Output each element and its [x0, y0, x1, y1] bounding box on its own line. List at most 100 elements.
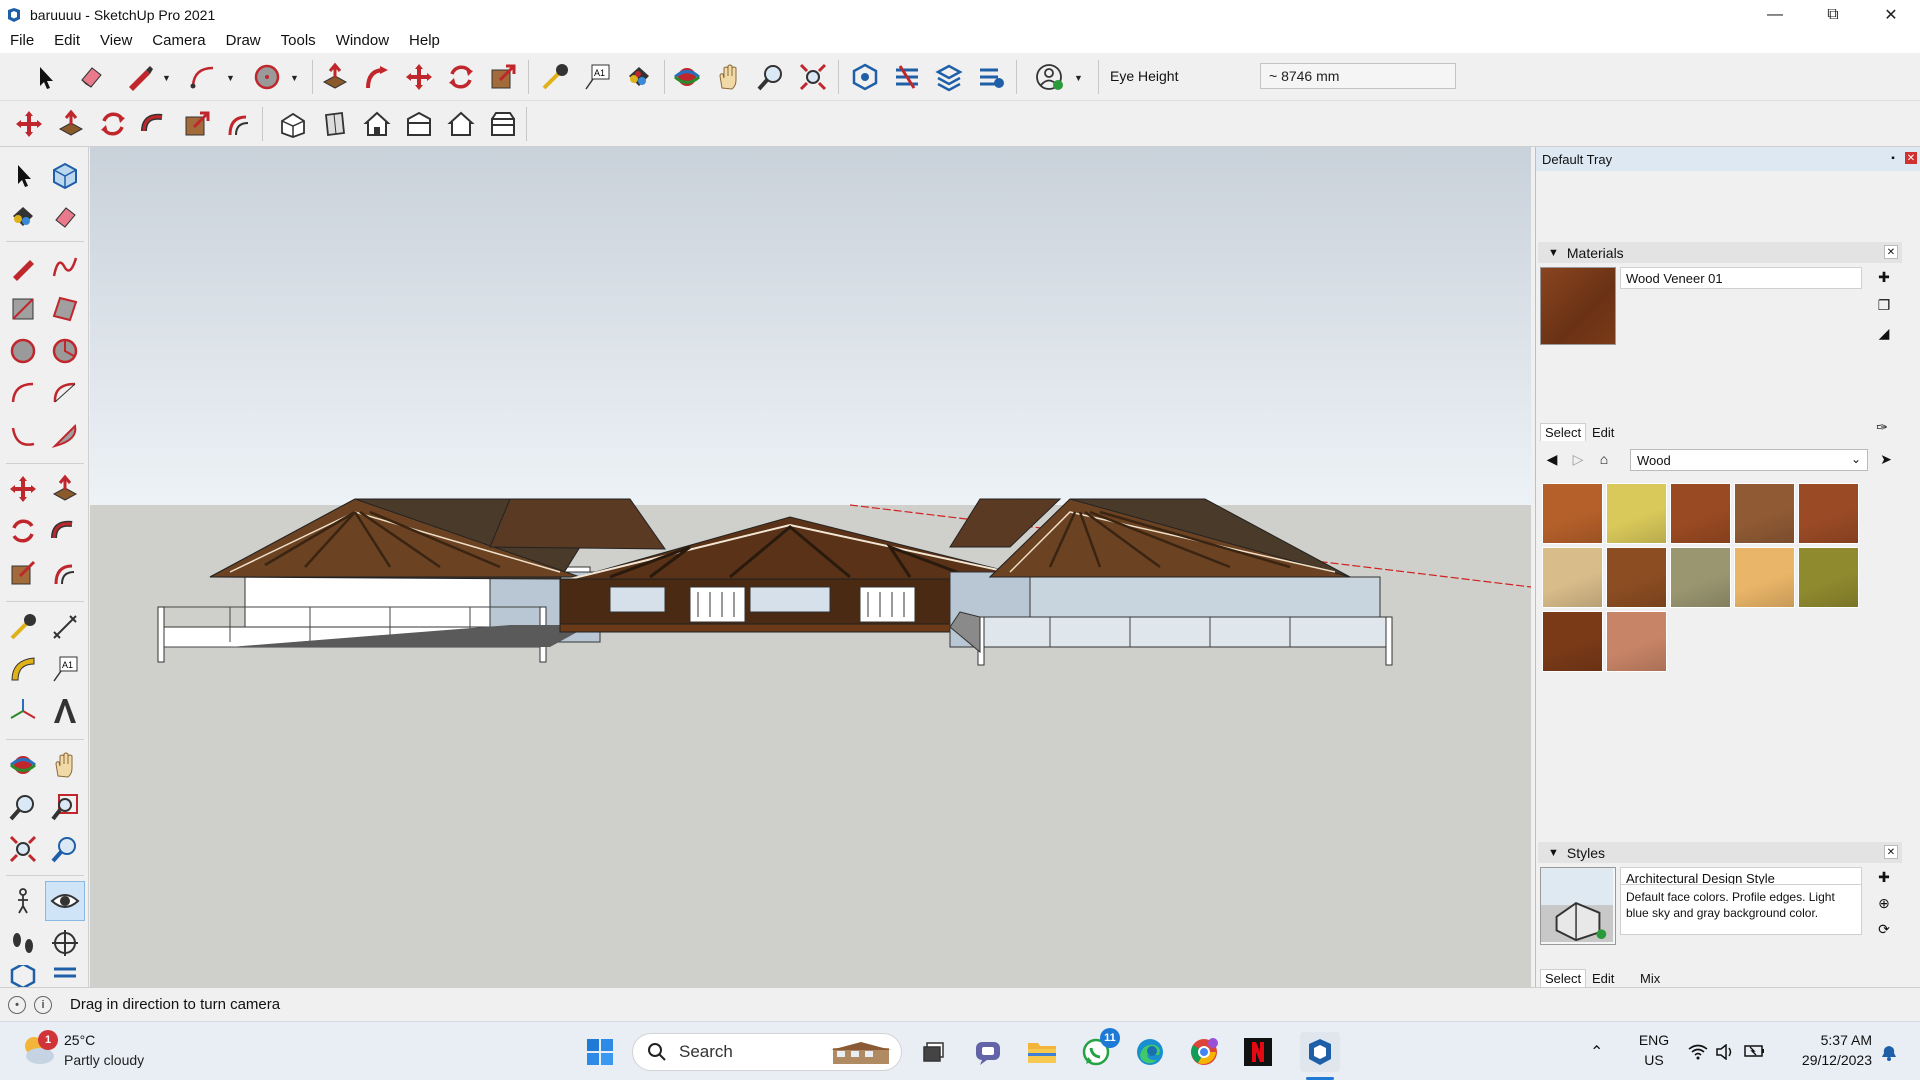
layout-send-icon[interactable] — [932, 60, 966, 94]
back-arrow-icon[interactable]: ◀ — [1542, 449, 1562, 469]
rotated-rectangle-tool-icon[interactable] — [45, 289, 85, 329]
chevron-down-icon[interactable]: ▼ — [162, 73, 171, 83]
close-icon[interactable]: ✕ — [1905, 152, 1917, 164]
info-icon[interactable]: i — [34, 995, 52, 1014]
model-scene[interactable] — [90, 147, 1531, 987]
extension-manager-icon[interactable] — [974, 60, 1008, 94]
menu-window[interactable]: Window — [326, 29, 399, 53]
section-plane-icon[interactable] — [45, 923, 85, 963]
language-label[interactable]: ENG — [1634, 1032, 1674, 1048]
eraser-tool-icon[interactable] — [74, 60, 108, 94]
zoom-extents-tool-icon[interactable] — [796, 60, 830, 94]
material-name-field[interactable]: Wood Veneer 01 — [1620, 267, 1862, 289]
push-pull-tool-icon[interactable] — [54, 107, 88, 141]
look-around-eye-icon[interactable] — [45, 881, 85, 921]
menu-camera[interactable]: Camera — [142, 29, 215, 53]
account-icon[interactable] — [1032, 60, 1066, 94]
styles-panel-header[interactable]: ▼ Styles ✕ — [1538, 842, 1902, 863]
sketchup-taskbar-icon[interactable] — [1300, 1032, 1340, 1072]
front-view-icon[interactable] — [360, 107, 394, 141]
material-swatch[interactable] — [1542, 547, 1603, 608]
iso-view-icon[interactable] — [276, 107, 310, 141]
chevron-down-icon[interactable]: ▼ — [290, 73, 299, 83]
pan-tool-icon[interactable] — [45, 745, 85, 785]
clock-time[interactable]: 5:37 AM — [1776, 1032, 1872, 1048]
walk-footprints-icon[interactable] — [3, 923, 43, 963]
tab-edit[interactable]: Edit — [1588, 970, 1618, 987]
polygon-tool-icon[interactable] — [45, 331, 85, 371]
chevron-down-icon[interactable]: ▼ — [1074, 73, 1083, 83]
close-button[interactable]: ✕ — [1862, 0, 1920, 29]
protractor-tool-icon[interactable] — [3, 649, 43, 689]
zoom-window-tool-icon[interactable] — [45, 787, 85, 827]
notification-bell-icon[interactable] — [1880, 1044, 1898, 1062]
menu-draw[interactable]: Draw — [216, 29, 271, 53]
three-point-arc-tool-icon[interactable] — [3, 415, 43, 455]
taskbar-search[interactable]: Search — [632, 1033, 902, 1071]
material-swatch[interactable] — [1542, 611, 1603, 672]
rotate-tool-icon[interactable] — [444, 60, 478, 94]
zoom-tool-icon[interactable] — [3, 787, 43, 827]
offset-tool-icon[interactable] — [222, 107, 256, 141]
details-arrow-icon[interactable]: ➤ — [1876, 449, 1896, 469]
pin-icon[interactable]: ▪ — [1887, 152, 1899, 164]
scale-tool-icon[interactable] — [3, 553, 43, 593]
home-icon[interactable]: ⌂ — [1594, 449, 1614, 469]
zoom-extents-tool-icon[interactable] — [3, 829, 43, 869]
material-swatch[interactable] — [1734, 547, 1795, 608]
model-materials-icon[interactable]: ❐ — [1874, 295, 1894, 315]
chevron-up-icon[interactable]: ⌃ — [1590, 1042, 1603, 1062]
tape-measure-tool-icon[interactable] — [3, 607, 43, 647]
restore-button[interactable]: ⧉ — [1804, 0, 1862, 29]
material-swatch[interactable] — [1542, 483, 1603, 544]
push-pull-tool-icon[interactable] — [45, 469, 85, 509]
orbit-tool-icon[interactable] — [3, 745, 43, 785]
follow-me-tool-icon[interactable] — [45, 511, 85, 551]
move-tool-icon[interactable] — [402, 60, 436, 94]
chrome-browser-icon[interactable] — [1184, 1032, 1224, 1072]
whatsapp-icon[interactable]: 11 — [1076, 1028, 1120, 1072]
line-tool-icon[interactable] — [122, 60, 156, 94]
left-view-icon[interactable] — [486, 107, 520, 141]
extension-warehouse-icon[interactable] — [45, 965, 85, 987]
paint-bucket-tool-icon[interactable] — [622, 60, 656, 94]
push-pull-tool-icon[interactable] — [318, 60, 352, 94]
edge-browser-icon[interactable] — [1130, 1032, 1170, 1072]
circle-tool-icon[interactable] — [250, 60, 284, 94]
right-view-icon[interactable] — [402, 107, 436, 141]
make-component-icon[interactable] — [45, 155, 85, 195]
material-swatch[interactable] — [1606, 483, 1667, 544]
menu-edit[interactable]: Edit — [44, 29, 90, 53]
chevron-down-icon[interactable]: ▼ — [226, 73, 235, 83]
eyedropper-icon[interactable]: ✑ — [1872, 417, 1892, 437]
zoom-tool-icon[interactable] — [754, 60, 788, 94]
extension-warehouse-icon[interactable] — [890, 60, 924, 94]
rotate-tool-icon[interactable] — [96, 107, 130, 141]
pie-tool-icon[interactable] — [45, 415, 85, 455]
rectangle-tool-icon[interactable] — [3, 289, 43, 329]
create-style-icon[interactable]: ✚ — [1874, 867, 1894, 887]
minimize-button[interactable]: — — [1746, 0, 1804, 29]
material-swatch[interactable] — [1798, 547, 1859, 608]
3d-viewport[interactable] — [90, 147, 1531, 987]
follow-me-tool-icon[interactable] — [138, 107, 172, 141]
collapse-triangle-icon[interactable]: ▼ — [1548, 847, 1559, 859]
material-swatch[interactable] — [1606, 611, 1667, 672]
battery-icon[interactable] — [1744, 1044, 1766, 1058]
geo-location-icon[interactable]: • — [8, 995, 26, 1014]
volume-icon[interactable] — [1716, 1044, 1734, 1060]
offset-tool-icon[interactable] — [45, 553, 85, 593]
line-tool-icon[interactable] — [3, 247, 43, 287]
material-swatch[interactable] — [1606, 547, 1667, 608]
select-tool-icon[interactable] — [28, 60, 62, 94]
close-icon[interactable]: ✕ — [1884, 845, 1898, 859]
menu-file[interactable]: File — [0, 29, 44, 53]
materials-panel-header[interactable]: ▼ Materials ✕ — [1538, 242, 1902, 263]
material-library-select[interactable]: Wood ⌄ — [1630, 449, 1868, 471]
position-camera-icon[interactable] — [3, 881, 43, 921]
3d-warehouse-icon[interactable] — [3, 965, 43, 987]
region-label[interactable]: US — [1634, 1052, 1674, 1068]
top-view-icon[interactable] — [318, 107, 352, 141]
file-explorer-icon[interactable] — [1022, 1032, 1062, 1072]
dimension-tool-icon[interactable] — [45, 607, 85, 647]
